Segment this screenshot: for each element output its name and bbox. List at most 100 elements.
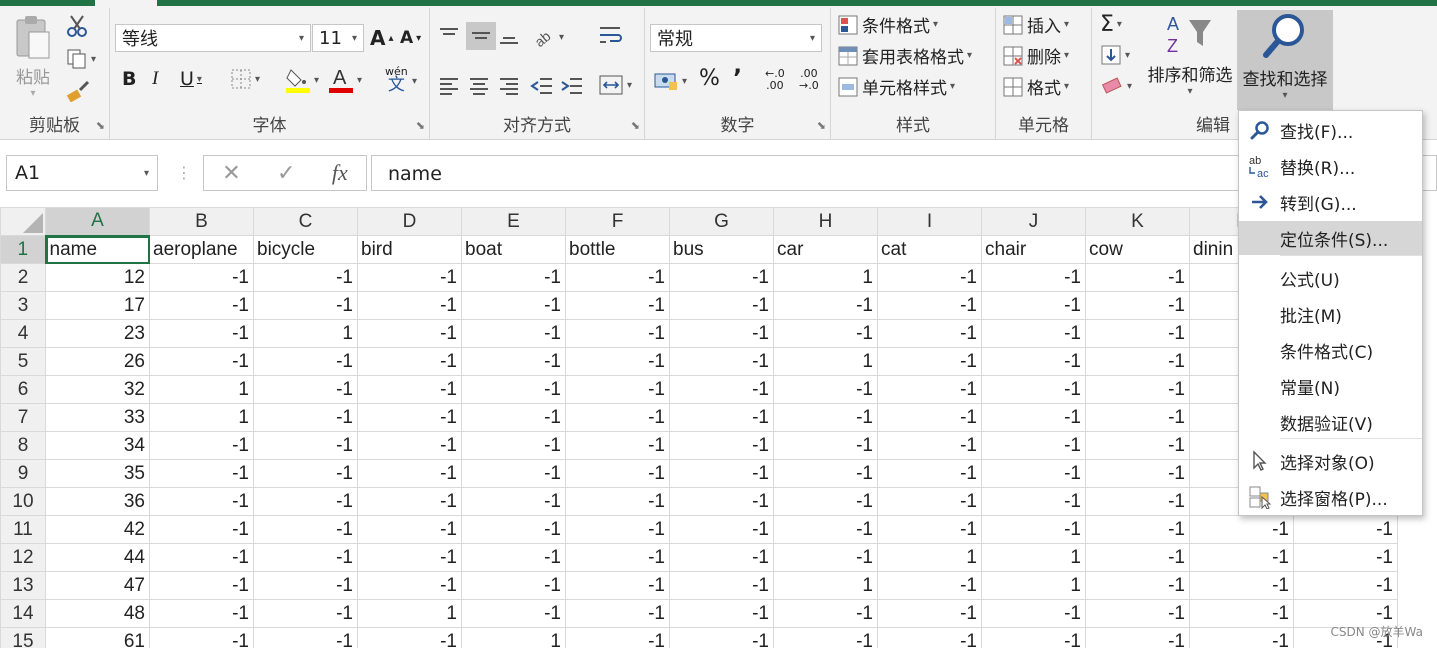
cell[interactable]: -1 <box>565 403 670 432</box>
row-header[interactable]: 15 <box>0 627 46 648</box>
cell[interactable]: -1 <box>357 459 462 488</box>
cell[interactable]: -1 <box>1189 627 1294 648</box>
cell[interactable]: -1 <box>669 543 774 572</box>
format-button[interactable]: 格式 ▾ <box>1002 74 1069 99</box>
cell[interactable]: -1 <box>357 347 462 376</box>
menu-item[interactable]: 常量(N) <box>1239 369 1422 403</box>
cell[interactable]: -1 <box>669 319 774 348</box>
cell[interactable]: -1 <box>565 515 670 544</box>
increase-indent-button[interactable] <box>560 76 584 96</box>
cell[interactable]: -1 <box>357 571 462 600</box>
cell[interactable]: -1 <box>461 375 566 404</box>
row-header[interactable]: 7 <box>0 403 46 432</box>
column-header-k[interactable]: K <box>1085 207 1190 236</box>
cell[interactable]: -1 <box>149 319 254 348</box>
column-header-d[interactable]: D <box>357 207 462 236</box>
menu-item[interactable]: 选择对象(O) <box>1239 444 1422 478</box>
cell[interactable]: -1 <box>773 543 878 572</box>
cell[interactable]: -1 <box>981 375 1086 404</box>
cell[interactable]: -1 <box>1085 319 1190 348</box>
cell[interactable]: 35 <box>45 459 150 488</box>
cell[interactable]: -1 <box>981 599 1086 628</box>
borders-button[interactable]: ▾ <box>230 68 260 90</box>
cell[interactable]: -1 <box>981 319 1086 348</box>
orientation-button[interactable]: ab ▾ <box>532 26 564 48</box>
cell[interactable]: 1 <box>253 319 358 348</box>
column-header-h[interactable]: H <box>773 207 878 236</box>
cell[interactable]: -1 <box>877 263 982 292</box>
cell[interactable]: -1 <box>981 263 1086 292</box>
cell[interactable]: -1 <box>773 459 878 488</box>
cell[interactable]: -1 <box>981 627 1086 648</box>
cell[interactable]: -1 <box>877 487 982 516</box>
cell[interactable]: 1 <box>981 543 1086 572</box>
cell[interactable]: 36 <box>45 487 150 516</box>
cell[interactable]: -1 <box>1085 375 1190 404</box>
cell[interactable]: -1 <box>565 571 670 600</box>
cell[interactable]: -1 <box>773 487 878 516</box>
menu-item[interactable]: ab ac 替换(R)... <box>1239 149 1422 183</box>
number-format-combo[interactable]: 常规 ▾ <box>650 24 822 52</box>
header-cell[interactable]: bus <box>669 235 774 264</box>
conditional-formatting-button[interactable]: 条件格式 ▾ <box>837 12 938 37</box>
cell[interactable]: 12 <box>45 263 150 292</box>
cell[interactable]: -1 <box>1293 515 1398 544</box>
cell[interactable]: -1 <box>981 291 1086 320</box>
cell[interactable]: -1 <box>357 627 462 648</box>
menu-item[interactable]: 批注(M) <box>1239 297 1422 331</box>
cell[interactable]: -1 <box>877 571 982 600</box>
phonetic-button[interactable]: wén 文 <box>385 66 408 94</box>
chevron-down-icon[interactable]: ▾ <box>144 168 149 179</box>
cell[interactable]: -1 <box>149 627 254 648</box>
cell[interactable]: -1 <box>773 627 878 648</box>
cell[interactable]: -1 <box>565 319 670 348</box>
name-box[interactable]: A1 ▾ <box>6 155 158 191</box>
cell[interactable]: -1 <box>1085 627 1190 648</box>
cell[interactable]: -1 <box>773 291 878 320</box>
cell[interactable]: -1 <box>461 319 566 348</box>
cell[interactable]: -1 <box>1085 487 1190 516</box>
cell[interactable]: -1 <box>461 599 566 628</box>
cell[interactable]: -1 <box>981 459 1086 488</box>
cell[interactable]: -1 <box>357 487 462 516</box>
cell[interactable]: 1 <box>357 599 462 628</box>
fill-button[interactable]: ▾ <box>1100 44 1130 66</box>
cell[interactable]: -1 <box>669 403 774 432</box>
cell[interactable]: -1 <box>253 599 358 628</box>
cell[interactable]: -1 <box>565 487 670 516</box>
format-painter-button[interactable] <box>66 80 90 102</box>
cell[interactable]: -1 <box>877 347 982 376</box>
row-header[interactable]: 3 <box>0 291 46 320</box>
cell[interactable]: -1 <box>253 263 358 292</box>
cell[interactable]: -1 <box>773 375 878 404</box>
cell[interactable]: -1 <box>1085 571 1190 600</box>
merge-center-button[interactable]: ▾ <box>598 74 632 96</box>
cell[interactable]: -1 <box>357 403 462 432</box>
cell[interactable]: -1 <box>149 571 254 600</box>
cell[interactable]: 33 <box>45 403 150 432</box>
cell[interactable]: -1 <box>253 375 358 404</box>
cell[interactable]: -1 <box>253 515 358 544</box>
cell[interactable]: -1 <box>981 515 1086 544</box>
cell[interactable]: -1 <box>981 403 1086 432</box>
comma-style-button[interactable]: ’ <box>733 64 742 92</box>
sort-filter-button[interactable]: AZ 排序和筛选 ▾ <box>1142 12 1238 97</box>
align-bottom-button[interactable] <box>498 26 520 46</box>
cell[interactable]: -1 <box>149 291 254 320</box>
cell[interactable]: -1 <box>461 431 566 460</box>
cell[interactable]: -1 <box>877 319 982 348</box>
column-header-e[interactable]: E <box>461 207 566 236</box>
cell[interactable]: -1 <box>669 571 774 600</box>
cell[interactable]: -1 <box>1085 291 1190 320</box>
cell[interactable]: -1 <box>461 487 566 516</box>
active-cell[interactable]: name <box>45 235 150 264</box>
cell[interactable]: -1 <box>461 515 566 544</box>
cell[interactable]: -1 <box>877 459 982 488</box>
cell[interactable]: -1 <box>1085 263 1190 292</box>
cell[interactable]: -1 <box>461 403 566 432</box>
row-header[interactable]: 12 <box>0 543 46 572</box>
cell[interactable]: -1 <box>1085 403 1190 432</box>
menu-item[interactable]: 条件格式(C) <box>1239 333 1422 367</box>
cell[interactable]: -1 <box>461 263 566 292</box>
align-center-button[interactable] <box>468 76 490 96</box>
